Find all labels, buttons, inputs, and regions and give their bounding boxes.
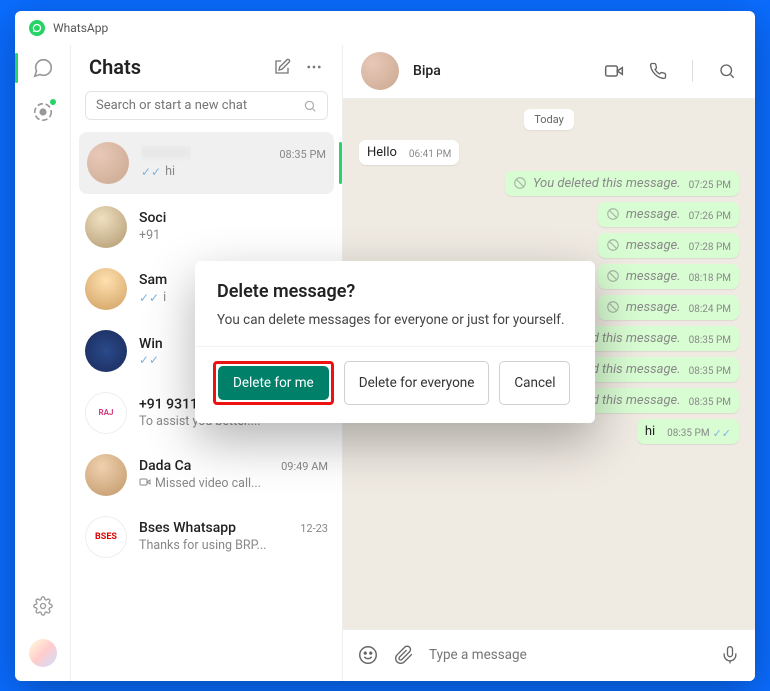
chat-item-preview: Thanks for using BRP...	[139, 538, 328, 553]
nav-status-icon[interactable]	[32, 101, 54, 123]
sidebar-header: Chats	[71, 45, 342, 85]
chat-item-avatar: RAJ	[85, 392, 127, 434]
chat-item-time: 08:35 PM	[279, 148, 326, 161]
attach-icon[interactable]	[393, 644, 415, 666]
message-time: 07:25 PM	[689, 180, 731, 191]
header-divider	[692, 60, 693, 82]
video-call-icon[interactable]	[604, 61, 624, 81]
message-time: 07:26 PM	[689, 211, 731, 222]
chat-item-avatar	[85, 206, 127, 248]
titlebar: WhatsApp	[15, 11, 755, 45]
sidebar-title: Chats	[89, 55, 260, 79]
app-title: WhatsApp	[53, 21, 108, 35]
chat-header-avatar[interactable]	[361, 52, 399, 90]
dialog-body: Delete message? You can delete messages …	[195, 261, 595, 346]
delete-for-me-button[interactable]: Delete for me	[218, 366, 329, 400]
message-time: 06:41 PM	[409, 149, 451, 160]
message-time: 08:35 PM	[689, 397, 731, 408]
more-icon[interactable]	[304, 57, 324, 77]
message-bubble[interactable]: hi08:35 PM✓✓	[637, 419, 739, 444]
message-row[interactable]: message.07:26 PM	[359, 202, 739, 227]
chat-item-name: Soci	[139, 210, 166, 226]
chat-item-avatar	[85, 454, 127, 496]
search-box[interactable]	[85, 91, 328, 120]
search-icon	[303, 98, 317, 112]
deleted-message-bubble[interactable]: message.08:24 PM	[598, 295, 739, 320]
chat-contact-name[interactable]: Bipa	[413, 63, 580, 79]
emoji-icon[interactable]	[357, 644, 379, 666]
message-time: 07:28 PM	[689, 242, 731, 253]
app-window: WhatsApp Chats	[15, 11, 755, 681]
deleted-message-bubble[interactable]: message.08:18 PM	[598, 264, 739, 289]
message-row[interactable]: You deleted this message.07:25 PM	[359, 171, 739, 196]
message-time: 08:18 PM	[689, 273, 731, 284]
chat-item-avatar	[87, 142, 129, 184]
whatsapp-logo-icon	[29, 20, 45, 36]
chat-item-avatar: BSES	[85, 516, 127, 558]
chat-list-item[interactable]: Dada Ca 09:49 AM Missed video call...	[71, 444, 342, 506]
mic-icon[interactable]	[719, 644, 741, 666]
chat-item-preview: +91	[139, 228, 328, 243]
message-time: 08:35 PM✓✓	[667, 428, 731, 439]
chat-item-avatar	[85, 330, 127, 372]
chat-item-preview: ✓✓hi	[141, 164, 326, 179]
nav-profile-avatar[interactable]	[29, 639, 57, 667]
new-chat-icon[interactable]	[272, 57, 292, 77]
dialog-text: You can delete messages for everyone or …	[217, 312, 573, 328]
nav-settings-icon[interactable]	[32, 595, 54, 617]
search-in-chat-icon[interactable]	[717, 61, 737, 81]
chat-item-name: Sam	[139, 272, 167, 288]
voice-call-icon[interactable]	[648, 61, 668, 81]
chat-item-name: Win	[139, 336, 163, 352]
chat-list-item[interactable]: Soci +91	[71, 196, 342, 258]
dialog-actions: Delete for me Delete for everyone Cancel	[195, 346, 595, 423]
delete-for-everyone-button[interactable]: Delete for everyone	[344, 361, 490, 405]
annotation-highlight: Delete for me	[213, 361, 334, 405]
composer	[343, 629, 755, 681]
date-chip: Today	[524, 109, 574, 130]
message-row[interactable]: Hello06:41 PM	[359, 140, 739, 165]
message-time: 08:35 PM	[689, 366, 731, 377]
deleted-message-bubble[interactable]: You deleted this message.07:25 PM	[505, 171, 739, 196]
chat-list-item[interactable]: BSES Bses Whatsapp 12-23 Thanks for using B…	[71, 506, 342, 568]
chat-item-time: 09:49 AM	[281, 460, 328, 473]
delete-message-dialog: Delete message? You can delete messages …	[195, 261, 595, 423]
message-bubble[interactable]: Hello06:41 PM	[359, 140, 459, 165]
chat-item-avatar	[85, 268, 127, 310]
search-input[interactable]	[96, 98, 303, 113]
nav-chats-icon[interactable]	[32, 57, 54, 79]
chat-item-time: 12-23	[300, 522, 328, 535]
deleted-message-bubble[interactable]: message.07:28 PM	[598, 233, 739, 258]
chat-list-item[interactable]: 08:35 PM ✓✓hi	[79, 132, 334, 194]
message-time: 08:24 PM	[689, 304, 731, 315]
chat-header: Bipa	[343, 45, 755, 99]
chat-item-preview: Missed video call...	[139, 476, 328, 492]
chat-item-name: Dada Ca	[139, 458, 191, 474]
message-input[interactable]	[429, 647, 705, 663]
chat-item-name: Bses Whatsapp	[139, 520, 236, 536]
dialog-title: Delete message?	[217, 281, 573, 302]
chat-item-name	[141, 146, 191, 162]
deleted-message-bubble[interactable]: message.07:26 PM	[598, 202, 739, 227]
message-time: 08:35 PM	[689, 335, 731, 346]
message-row[interactable]: message.07:28 PM	[359, 233, 739, 258]
nav-rail	[15, 45, 71, 681]
cancel-button[interactable]: Cancel	[499, 361, 570, 405]
